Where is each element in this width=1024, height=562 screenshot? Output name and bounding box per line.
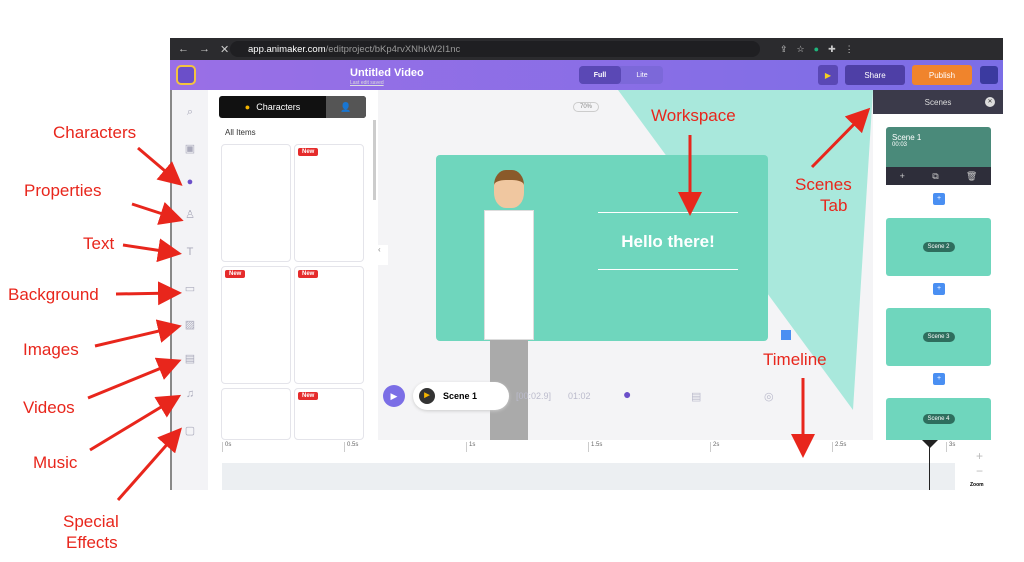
annotation-music: Music xyxy=(33,453,78,472)
annotation-properties: Properties xyxy=(24,181,102,200)
annotation-arrows xyxy=(87,107,871,501)
annotation-special-effects-2: Effects xyxy=(66,533,118,552)
annotation-text: Text xyxy=(83,234,115,253)
annotation-scenes-tab: Scenes xyxy=(795,175,852,194)
annotation-images: Images xyxy=(23,340,79,359)
annotation-characters: Characters xyxy=(53,123,137,142)
annotation-scenes-tab-2: Tab xyxy=(820,196,848,215)
annotation-workspace: Workspace xyxy=(651,106,736,125)
annotation-videos: Videos xyxy=(23,398,75,417)
annotation-background: Background xyxy=(8,285,99,304)
annotation-special-effects: Special xyxy=(63,512,119,531)
annotation-timeline: Timeline xyxy=(763,350,827,369)
